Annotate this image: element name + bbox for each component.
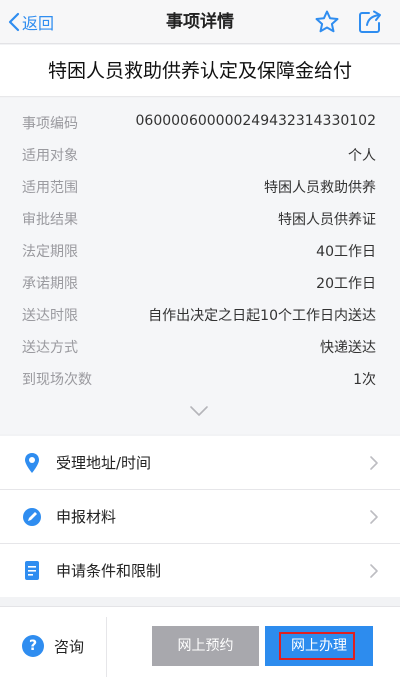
detail-row-target: 适用对象 个人 (0, 138, 400, 170)
detail-value: 特困人员供养证 (278, 212, 376, 228)
back-label: 返回 (22, 14, 55, 33)
share-icon[interactable] (357, 9, 383, 35)
item-title: 特困人员救助供养认定及保障金给付 (47, 60, 352, 82)
pen-icon (23, 508, 41, 526)
detail-key: 送达方式 (22, 340, 78, 356)
detail-value: 特困人员救助供养 (264, 180, 376, 196)
chevron-right-icon (370, 510, 378, 524)
detail-row-delivery-time: 送达时限 自作出决定之日起10个工作日内送达 (0, 298, 400, 330)
online-reservation-button[interactable]: 网上预约 (152, 626, 259, 666)
list-item-label: 受理地址/时间 (56, 454, 152, 472)
detail-row-legal-limit: 法定期限 40工作日 (0, 234, 400, 266)
location-pin-icon (25, 453, 39, 473)
detail-key: 适用对象 (22, 148, 78, 164)
star-icon[interactable] (314, 9, 340, 35)
chevron-left-icon (8, 12, 20, 32)
list-item-address-time[interactable]: 受理地址/时间 (0, 436, 400, 489)
detail-value: 20工作日 (316, 276, 376, 292)
detail-value: 自作出决定之日起10个工作日内送达 (148, 308, 376, 324)
chevron-right-icon (370, 564, 378, 578)
detail-value: 个人 (348, 148, 376, 164)
bottom-action-bar: ? 咨询 网上预约 网上办理 (0, 606, 400, 685)
chevron-right-icon (370, 456, 378, 470)
detail-key: 送达时限 (22, 308, 78, 324)
detail-key: 到现场次数 (22, 372, 92, 388)
online-processing-label: 网上办理 (291, 638, 347, 654)
details-panel: 事项编码 0600006000002494323143301​02 适用对象 个… (0, 98, 400, 434)
page-title: 事项详情 (166, 12, 234, 32)
list-item-conditions[interactable]: 申请条件和限制 (0, 544, 400, 597)
detail-row-delivery-method: 送达方式 快递送达 (0, 330, 400, 362)
detail-value: 快递送达 (320, 340, 376, 356)
detail-key: 审批结果 (22, 212, 78, 228)
detail-row-result: 审批结果 特困人员供养证 (0, 202, 400, 234)
nav-bar: 返回 事项详情 (0, 0, 400, 44)
detail-key: 法定期限 (22, 244, 78, 260)
consult-label: 咨询 (54, 637, 85, 656)
document-icon (25, 561, 39, 580)
item-title-box: 特困人员救助供养认定及保障金给付 (0, 45, 400, 97)
detail-value: 0600006000002494323143301​02 (135, 113, 377, 129)
detail-row-visits: 到现场次数 1次 (0, 362, 400, 394)
online-processing-button[interactable]: 网上办理 (265, 626, 373, 666)
question-icon: ? (22, 635, 44, 657)
detail-row-code: 事项编码 0600006000002494323143301​02 (0, 106, 400, 138)
list-item-label: 申请条件和限制 (56, 562, 162, 580)
chevron-down-icon[interactable] (189, 405, 209, 417)
back-button[interactable]: 返回 (8, 9, 54, 35)
list-item-materials[interactable]: 申报材料 (0, 490, 400, 543)
divider (106, 617, 107, 677)
detail-key: 承诺期限 (22, 276, 78, 292)
detail-key: 事项编码 (22, 116, 78, 132)
detail-row-promised-limit: 承诺期限 20工作日 (0, 266, 400, 298)
consult-button[interactable]: ? 咨询 (22, 633, 84, 659)
detail-value: 1次 (353, 372, 376, 388)
detail-value: 40工作日 (316, 244, 376, 260)
detail-key: 适用范围 (22, 180, 78, 196)
detail-row-scope: 适用范围 特困人员救助供养 (0, 170, 400, 202)
list-item-label: 申报材料 (56, 508, 117, 526)
